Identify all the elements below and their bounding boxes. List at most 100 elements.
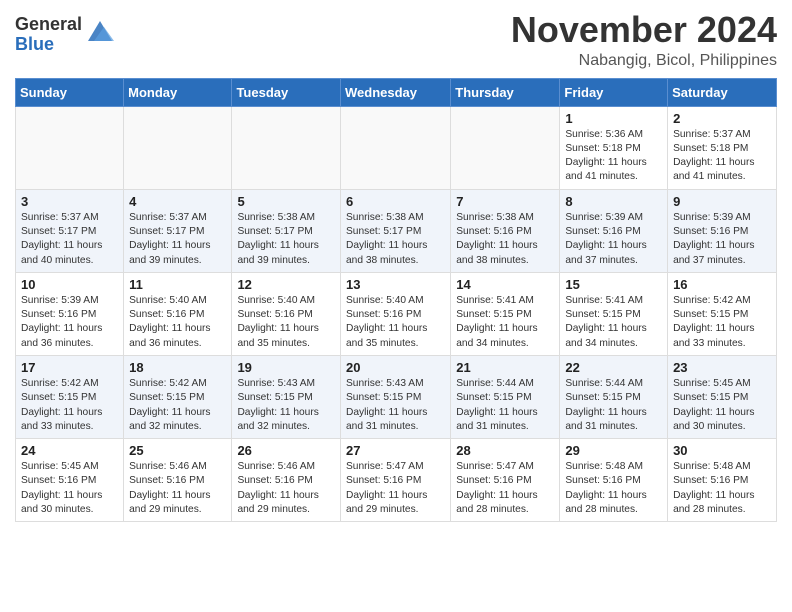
day-info: Sunrise: 5:45 AM Sunset: 5:15 PM Dayligh… xyxy=(673,377,771,434)
calendar-cell: 12 Sunrise: 5:40 AM Sunset: 5:16 PM Dayli… xyxy=(232,272,341,355)
calendar-cell: 13Sunrise: 5:40 AM Sunset: 5:16 PM Dayli… xyxy=(341,272,451,355)
day-info: Sunrise: 5:37 AM Sunset: 5:18 PM Dayligh… xyxy=(673,128,771,185)
day-number: 15 xyxy=(565,277,662,292)
calendar-cell: 10 Sunrise: 5:39 AM Sunset: 5:16 PM Dayli… xyxy=(16,272,124,355)
calendar-cell: 8Sunrise: 5:39 AM Sunset: 5:16 PM Daylig… xyxy=(560,189,668,272)
calendar-cell: 27 Sunrise: 5:47 AM Sunset: 5:16 PM Dayli… xyxy=(341,439,451,522)
calendar-cell: 20 Sunrise: 5:43 AM Sunset: 5:15 PM Dayli… xyxy=(341,355,451,438)
weekday-header-friday: Friday xyxy=(560,78,668,106)
day-number: 13 xyxy=(346,277,445,292)
logo-icon xyxy=(86,17,114,45)
day-info: Sunrise: 5:42 AM Sunset: 5:15 PM Dayligh… xyxy=(673,294,771,351)
calendar-cell: 29 Sunrise: 5:48 AM Sunset: 5:16 PM Dayli… xyxy=(560,439,668,522)
calendar-cell: 28Sunrise: 5:47 AM Sunset: 5:16 PM Dayli… xyxy=(451,439,560,522)
calendar-week-row: 1Sunrise: 5:36 AM Sunset: 5:18 PM Daylig… xyxy=(16,106,777,189)
calendar-cell: 3 Sunrise: 5:37 AM Sunset: 5:17 PM Daylig… xyxy=(16,189,124,272)
day-info: Sunrise: 5:37 AM Sunset: 5:17 PM Dayligh… xyxy=(21,211,118,268)
calendar-cell: 22 Sunrise: 5:44 AM Sunset: 5:15 PM Dayli… xyxy=(560,355,668,438)
day-info: Sunrise: 5:41 AM Sunset: 5:15 PM Dayligh… xyxy=(565,294,662,351)
calendar-week-row: 3 Sunrise: 5:37 AM Sunset: 5:17 PM Daylig… xyxy=(16,189,777,272)
calendar-cell: 14Sunrise: 5:41 AM Sunset: 5:15 PM Dayli… xyxy=(451,272,560,355)
day-number: 10 xyxy=(21,277,118,292)
day-number: 19 xyxy=(237,360,335,375)
weekday-header-saturday: Saturday xyxy=(668,78,777,106)
title-area: November 2024 Nabangig, Bicol, Philippin… xyxy=(511,10,777,70)
calendar-week-row: 24 Sunrise: 5:45 AM Sunset: 5:16 PM Dayli… xyxy=(16,439,777,522)
day-info: Sunrise: 5:48 AM Sunset: 5:16 PM Dayligh… xyxy=(565,460,662,517)
day-number: 8 xyxy=(565,194,662,209)
day-info: Sunrise: 5:45 AM Sunset: 5:16 PM Dayligh… xyxy=(21,460,118,517)
calendar-cell xyxy=(341,106,451,189)
calendar-cell: 2Sunrise: 5:37 AM Sunset: 5:18 PM Daylig… xyxy=(668,106,777,189)
day-info: Sunrise: 5:47 AM Sunset: 5:16 PM Dayligh… xyxy=(346,460,445,517)
day-number: 18 xyxy=(129,360,226,375)
day-number: 4 xyxy=(129,194,226,209)
calendar-cell: 21 Sunrise: 5:44 AM Sunset: 5:15 PM Dayli… xyxy=(451,355,560,438)
location-title: Nabangig, Bicol, Philippines xyxy=(511,52,777,70)
weekday-header-tuesday: Tuesday xyxy=(232,78,341,106)
calendar-cell: 30 Sunrise: 5:48 AM Sunset: 5:16 PM Dayli… xyxy=(668,439,777,522)
day-info: Sunrise: 5:37 AM Sunset: 5:17 PM Dayligh… xyxy=(129,211,226,268)
day-number: 20 xyxy=(346,360,445,375)
day-info: Sunrise: 5:46 AM Sunset: 5:16 PM Dayligh… xyxy=(237,460,335,517)
day-info: Sunrise: 5:42 AM Sunset: 5:15 PM Dayligh… xyxy=(21,377,118,434)
day-number: 17 xyxy=(21,360,118,375)
day-number: 7 xyxy=(456,194,554,209)
day-number: 12 xyxy=(237,277,335,292)
calendar-cell: 23 Sunrise: 5:45 AM Sunset: 5:15 PM Dayli… xyxy=(668,355,777,438)
day-number: 5 xyxy=(237,194,335,209)
day-number: 16 xyxy=(673,277,771,292)
calendar-week-row: 10 Sunrise: 5:39 AM Sunset: 5:16 PM Dayli… xyxy=(16,272,777,355)
day-number: 27 xyxy=(346,443,445,458)
day-number: 3 xyxy=(21,194,118,209)
day-info: Sunrise: 5:44 AM Sunset: 5:15 PM Dayligh… xyxy=(456,377,554,434)
calendar-cell xyxy=(16,106,124,189)
day-info: Sunrise: 5:42 AM Sunset: 5:15 PM Dayligh… xyxy=(129,377,226,434)
day-info: Sunrise: 5:38 AM Sunset: 5:17 PM Dayligh… xyxy=(346,211,445,268)
day-info: Sunrise: 5:44 AM Sunset: 5:15 PM Dayligh… xyxy=(565,377,662,434)
day-number: 9 xyxy=(673,194,771,209)
calendar-cell: 18 Sunrise: 5:42 AM Sunset: 5:15 PM Dayli… xyxy=(124,355,232,438)
day-number: 23 xyxy=(673,360,771,375)
day-info: Sunrise: 5:40 AM Sunset: 5:16 PM Dayligh… xyxy=(237,294,335,351)
day-number: 26 xyxy=(237,443,335,458)
day-info: Sunrise: 5:40 AM Sunset: 5:16 PM Dayligh… xyxy=(129,294,226,351)
day-number: 28 xyxy=(456,443,554,458)
day-info: Sunrise: 5:43 AM Sunset: 5:15 PM Dayligh… xyxy=(346,377,445,434)
day-number: 21 xyxy=(456,360,554,375)
calendar-cell: 6 Sunrise: 5:38 AM Sunset: 5:17 PM Daylig… xyxy=(341,189,451,272)
page-container: General Blue November 2024 Nabangig, Bic… xyxy=(0,0,792,537)
logo-general: General xyxy=(15,15,82,35)
day-info: Sunrise: 5:48 AM Sunset: 5:16 PM Dayligh… xyxy=(673,460,771,517)
weekday-header-thursday: Thursday xyxy=(451,78,560,106)
logo-blue: Blue xyxy=(15,35,82,55)
weekday-header-row: SundayMondayTuesdayWednesdayThursdayFrid… xyxy=(16,78,777,106)
logo-area: General Blue xyxy=(15,10,114,55)
calendar-cell: 4 Sunrise: 5:37 AM Sunset: 5:17 PM Daylig… xyxy=(124,189,232,272)
day-number: 24 xyxy=(21,443,118,458)
calendar-cell: 7Sunrise: 5:38 AM Sunset: 5:16 PM Daylig… xyxy=(451,189,560,272)
weekday-header-monday: Monday xyxy=(124,78,232,106)
day-info: Sunrise: 5:46 AM Sunset: 5:16 PM Dayligh… xyxy=(129,460,226,517)
calendar-cell: 9 Sunrise: 5:39 AM Sunset: 5:16 PM Daylig… xyxy=(668,189,777,272)
calendar-cell: 25 Sunrise: 5:46 AM Sunset: 5:16 PM Dayli… xyxy=(124,439,232,522)
calendar-cell: 16 Sunrise: 5:42 AM Sunset: 5:15 PM Dayli… xyxy=(668,272,777,355)
logo-text: General Blue xyxy=(15,15,82,55)
calendar-cell: 19 Sunrise: 5:43 AM Sunset: 5:15 PM Dayli… xyxy=(232,355,341,438)
calendar-cell xyxy=(451,106,560,189)
day-number: 22 xyxy=(565,360,662,375)
calendar-cell: 11Sunrise: 5:40 AM Sunset: 5:16 PM Dayli… xyxy=(124,272,232,355)
calendar-week-row: 17 Sunrise: 5:42 AM Sunset: 5:15 PM Dayli… xyxy=(16,355,777,438)
calendar-table: SundayMondayTuesdayWednesdayThursdayFrid… xyxy=(15,78,777,523)
calendar-cell: 15 Sunrise: 5:41 AM Sunset: 5:15 PM Dayli… xyxy=(560,272,668,355)
day-info: Sunrise: 5:39 AM Sunset: 5:16 PM Dayligh… xyxy=(21,294,118,351)
day-number: 29 xyxy=(565,443,662,458)
calendar-cell xyxy=(232,106,341,189)
day-info: Sunrise: 5:39 AM Sunset: 5:16 PM Dayligh… xyxy=(673,211,771,268)
day-number: 14 xyxy=(456,277,554,292)
calendar-cell: 5Sunrise: 5:38 AM Sunset: 5:17 PM Daylig… xyxy=(232,189,341,272)
day-number: 6 xyxy=(346,194,445,209)
day-number: 25 xyxy=(129,443,226,458)
day-info: Sunrise: 5:43 AM Sunset: 5:15 PM Dayligh… xyxy=(237,377,335,434)
day-number: 30 xyxy=(673,443,771,458)
